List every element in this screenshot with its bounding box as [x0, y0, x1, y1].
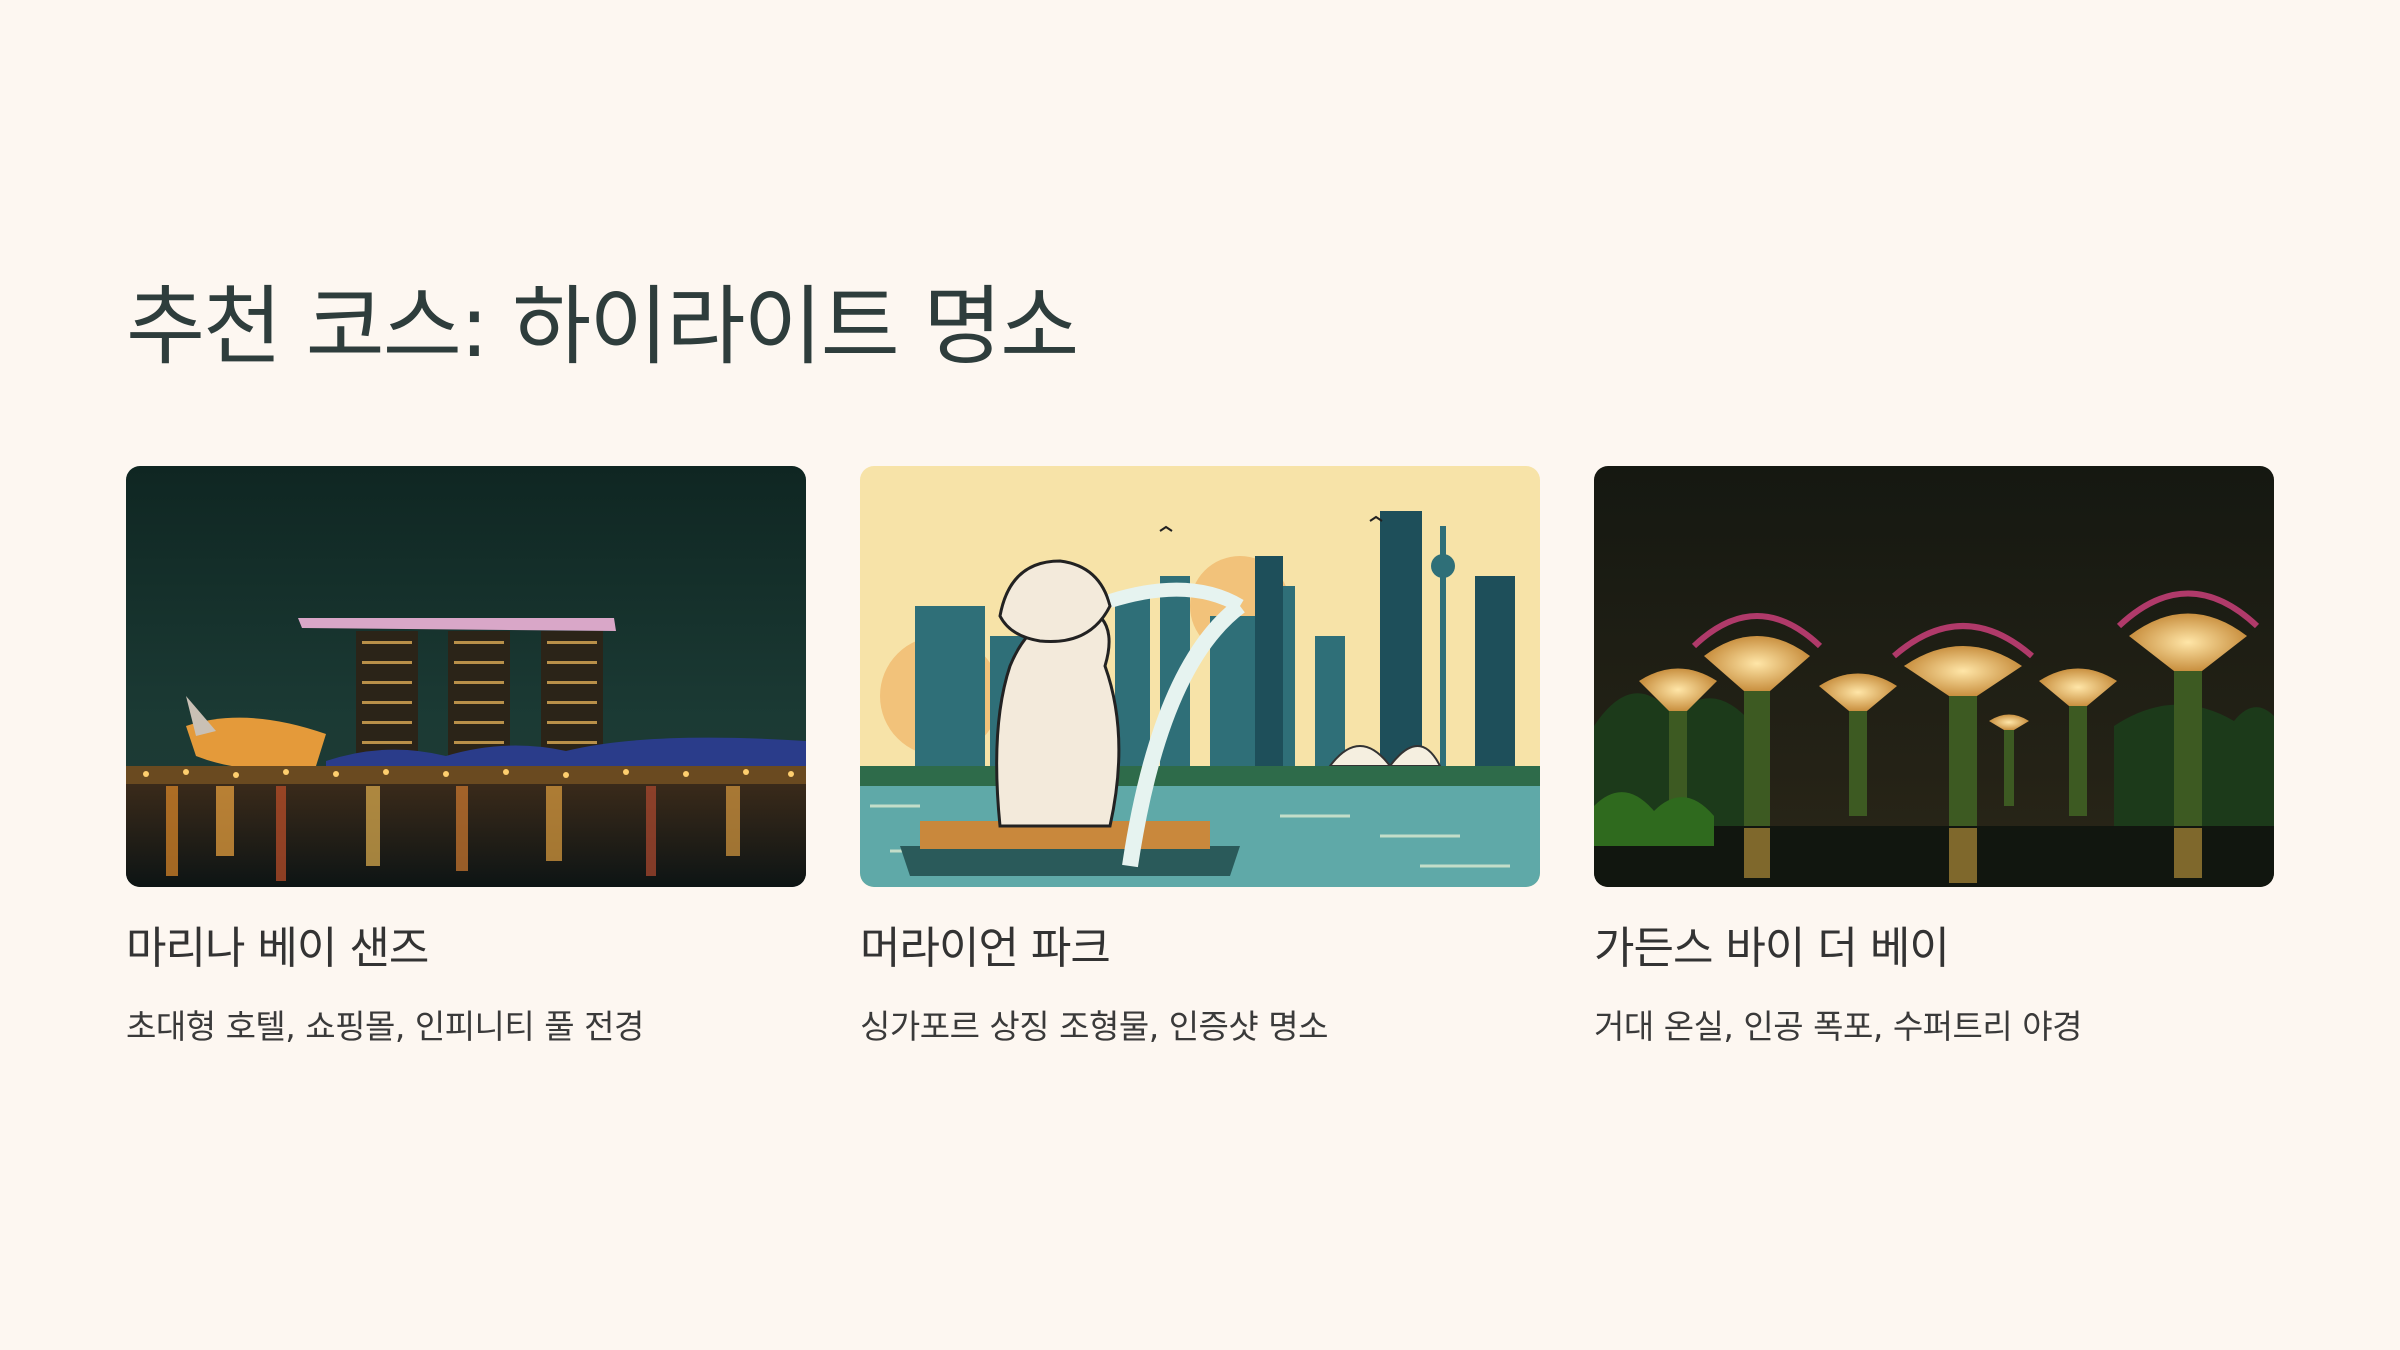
card-marina-bay-sands[interactable]: 마리나 베이 샌즈 초대형 호텔, 쇼핑몰, 인피니티 풀 전경 [126, 466, 806, 1049]
card-title: 마리나 베이 샌즈 [126, 923, 429, 974]
gardens-by-the-bay-image [1594, 466, 2274, 887]
card-list: 마리나 베이 샌즈 초대형 호텔, 쇼핑몰, 인피니티 풀 전경 머라이언 파크… [126, 466, 2274, 1049]
card-title: 머라이언 파크 [860, 923, 1111, 974]
card-description: 싱가포르 상징 조형물, 인증샷 명소 [860, 1006, 1329, 1046]
card-gardens-by-the-bay[interactable]: 가든스 바이 더 베이 거대 온실, 인공 폭포, 수퍼트리 야경 [1594, 466, 2274, 1049]
card-merlion-park[interactable]: 머라이언 파크 싱가포르 상징 조형물, 인증샷 명소 [860, 466, 1540, 1049]
card-description: 초대형 호텔, 쇼핑몰, 인피니티 풀 전경 [126, 1006, 644, 1046]
marina-bay-sands-image [126, 466, 806, 887]
card-description: 거대 온실, 인공 폭포, 수퍼트리 야경 [1594, 1006, 2082, 1046]
slide: 추천 코스: 하이라이트 명소 마리나 베이 샌즈 초대형 호텔, 쇼핑몰, 인… [0, 0, 2400, 1350]
page-title: 추천 코스: 하이라이트 명소 [126, 277, 1079, 377]
merlion-image [860, 466, 1540, 887]
card-title: 가든스 바이 더 베이 [1594, 923, 1950, 974]
